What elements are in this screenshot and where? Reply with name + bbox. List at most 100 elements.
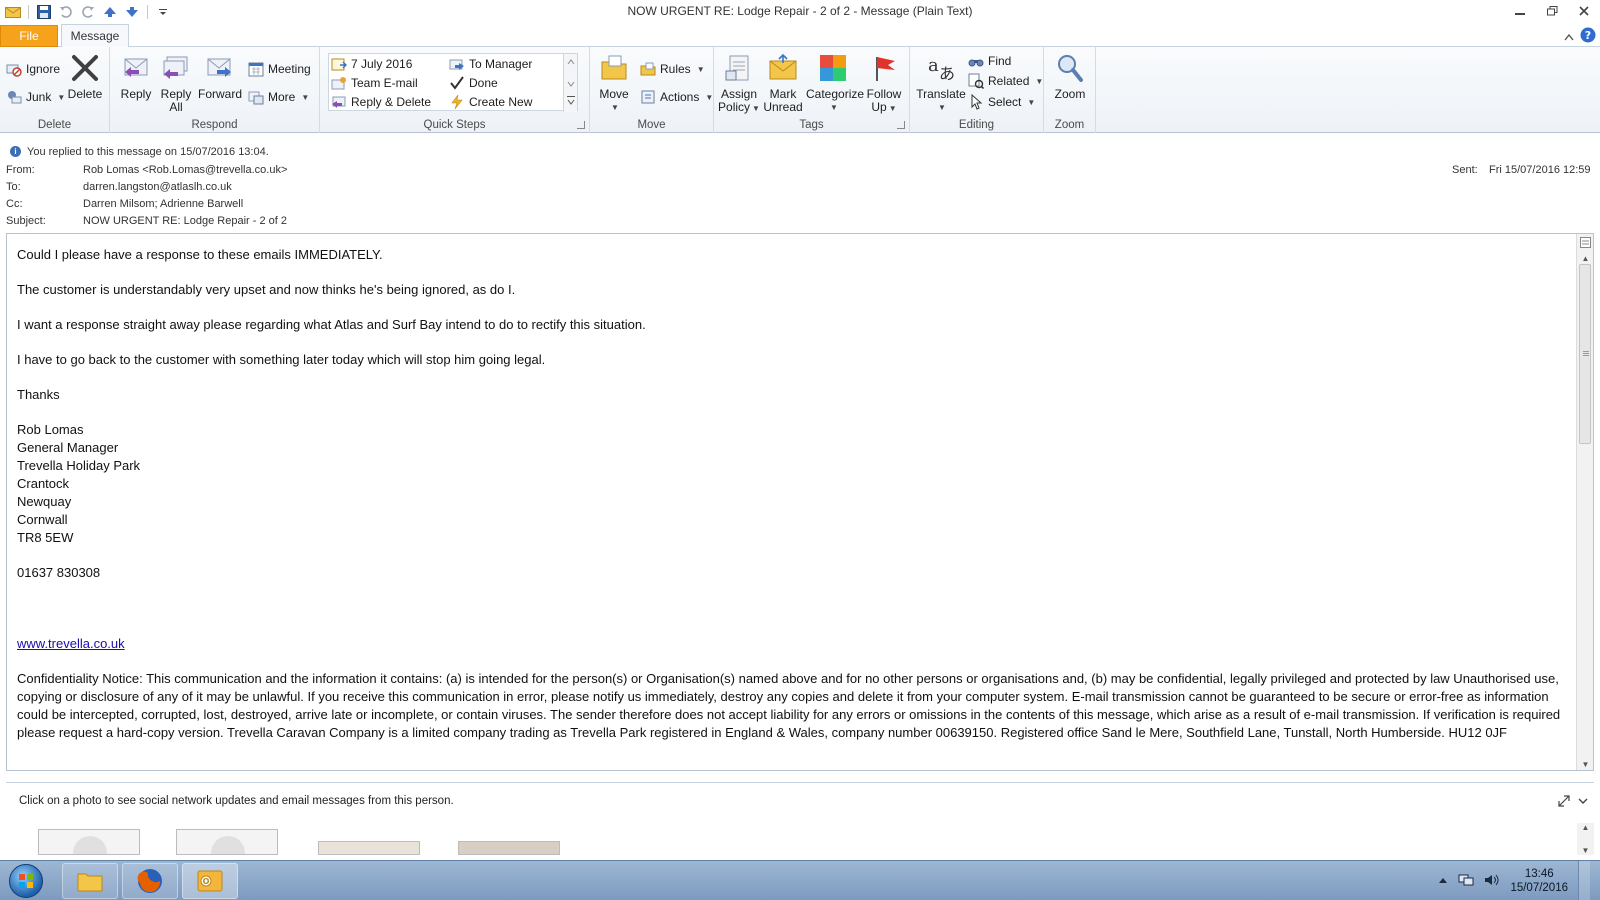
show-desktop-button[interactable] [1578,861,1590,900]
minimize-button[interactable] [1504,0,1536,22]
to-value[interactable]: darren.langston@atlaslh.co.uk [83,181,232,193]
taskbar: O 13:46 15/07/2016 [0,860,1600,900]
zoom-button[interactable]: Zoom [1048,51,1092,101]
reply-all-button[interactable]: Reply All [156,51,196,114]
clock[interactable]: 13:46 15/07/2016 [1510,867,1568,895]
quick-step-item[interactable]: 7 July 2016 [331,54,412,74]
tab-message[interactable]: Message [61,24,129,48]
mark-unread-label-2: Unread [763,100,803,114]
find-button[interactable]: Find [968,51,1011,71]
chevron-down-icon: ▼ [830,103,838,112]
mark-unread-button[interactable]: Mark Unread [762,51,804,114]
taskbar-outlook[interactable]: O [182,863,238,899]
network-icon[interactable] [1458,873,1474,890]
quick-step-item[interactable]: Create New [449,92,532,112]
group-delete-label: Delete [37,119,72,131]
quick-access-toolbar [0,0,172,24]
reply-button[interactable]: Reply [116,51,156,101]
quick-step-item[interactable]: To Manager [449,54,532,74]
quick-step-item[interactable]: Done [449,73,498,93]
move-button[interactable]: Move ▼ [594,51,634,114]
scroll-split-icon[interactable] [1577,234,1593,250]
delete-button[interactable]: Delete [64,51,106,101]
tab-file[interactable]: File [0,25,58,47]
scroll-up-icon[interactable]: ▲ [1582,823,1590,832]
quick-steps-launcher[interactable] [577,121,585,129]
restore-button[interactable] [1536,0,1568,22]
message-body[interactable]: Could I please have a response to these … [6,233,1594,771]
message-scrollbar[interactable]: ▲ ▼ [1576,234,1593,770]
quick-step-item[interactable]: Reply & Delete [331,92,431,112]
select-button[interactable]: Select ▼ [968,92,1035,112]
close-button[interactable] [1568,0,1600,22]
customize-qat-icon[interactable] [154,3,172,21]
collapse-ribbon-icon[interactable] [1564,30,1574,44]
website-link[interactable]: www.trevella.co.uk [17,636,125,651]
ignore-button[interactable]: Ignore [6,59,60,79]
quick-steps-scrollbar[interactable] [563,54,577,112]
outlook-envelope-icon[interactable] [4,3,22,21]
reply-all-label-2: All [169,100,183,114]
body-paragraph: Could I please have a response to these … [17,247,383,262]
ribbon: Ignore Junk ▼ Delete Delete Reply Reply … [0,47,1600,133]
cc-value[interactable]: Darren Milsom; Adrienne Barwell [83,198,243,210]
from-label: From: [6,164,35,176]
related-button[interactable]: Related ▼ [968,71,1043,91]
chevron-down-icon: ▼ [1035,76,1044,86]
ribbon-tabs: File Message ? [0,24,1600,48]
next-item-icon[interactable] [123,3,141,21]
scroll-down-icon[interactable]: ▼ [1577,756,1593,770]
delete-icon [68,51,102,85]
header-from: From: Rob Lomas <Rob.Lomas@trevella.co.u… [0,162,1600,179]
signature-line: TR8 5EW [17,530,74,545]
group-respond: Reply Reply All Forward Meeting More ▼ R… [110,47,320,133]
actions-icon [640,89,656,105]
meeting-button[interactable]: Meeting [248,59,311,79]
related-icon [968,73,984,89]
scroll-thumb[interactable] [1579,264,1591,444]
quick-step-label: Reply & Delete [351,95,432,109]
signature-phone: 01637 830308 [17,565,101,580]
more-button[interactable]: More ▼ [248,87,309,107]
show-hidden-icons-icon[interactable] [1438,875,1448,887]
quick-step-item[interactable]: Team E-mail [331,73,418,93]
assign-policy-button[interactable]: Assign Policy ▼ [718,51,760,115]
help-icon[interactable]: ? [1580,27,1596,46]
cc-label: Cc: [6,198,23,210]
redo-icon[interactable] [79,3,97,21]
move-folder-icon [597,51,631,85]
person-photo[interactable] [458,841,560,855]
previous-item-icon[interactable] [101,3,119,21]
rules-button[interactable]: Rules ▼ [640,59,705,79]
undo-icon[interactable] [57,3,75,21]
start-button[interactable] [4,863,48,899]
person-photo[interactable] [38,829,140,855]
junk-button[interactable]: Junk ▼ [6,87,65,107]
categorize-button[interactable]: Categorize ▼ [806,51,864,114]
assign-policy-icon [722,51,756,85]
folder-icon [77,873,103,892]
forward-button[interactable]: Forward [196,51,244,101]
qat-separator [147,5,148,19]
volume-icon[interactable] [1484,873,1500,890]
taskbar-firefox[interactable] [122,863,178,899]
reply-icon [119,51,153,85]
expand-icon[interactable] [1558,795,1570,810]
person-photo[interactable] [318,841,420,855]
translate-button[interactable]: aあ Translate ▼ [914,51,968,114]
svg-text:?: ? [1585,29,1591,42]
people-pane-scrollbar[interactable]: ▲ ▼ [1577,823,1594,855]
calendar-arrow-icon [331,56,347,72]
chevron-down-icon[interactable] [1578,795,1588,810]
flag-icon [867,51,901,85]
from-value[interactable]: Rob Lomas <Rob.Lomas@trevella.co.uk> [83,164,287,176]
person-photo[interactable] [176,829,278,855]
tags-launcher[interactable] [897,121,905,129]
follow-up-button[interactable]: Follow Up ▼ [862,51,906,115]
subject-value: NOW URGENT RE: Lodge Repair - 2 of 2 [83,215,287,227]
actions-button[interactable]: Actions ▼ [640,87,713,107]
scroll-down-icon[interactable]: ▼ [1582,846,1590,855]
body-paragraph: I have to go back to the customer with s… [17,352,546,367]
taskbar-explorer[interactable] [62,863,118,899]
save-icon[interactable] [35,3,53,21]
